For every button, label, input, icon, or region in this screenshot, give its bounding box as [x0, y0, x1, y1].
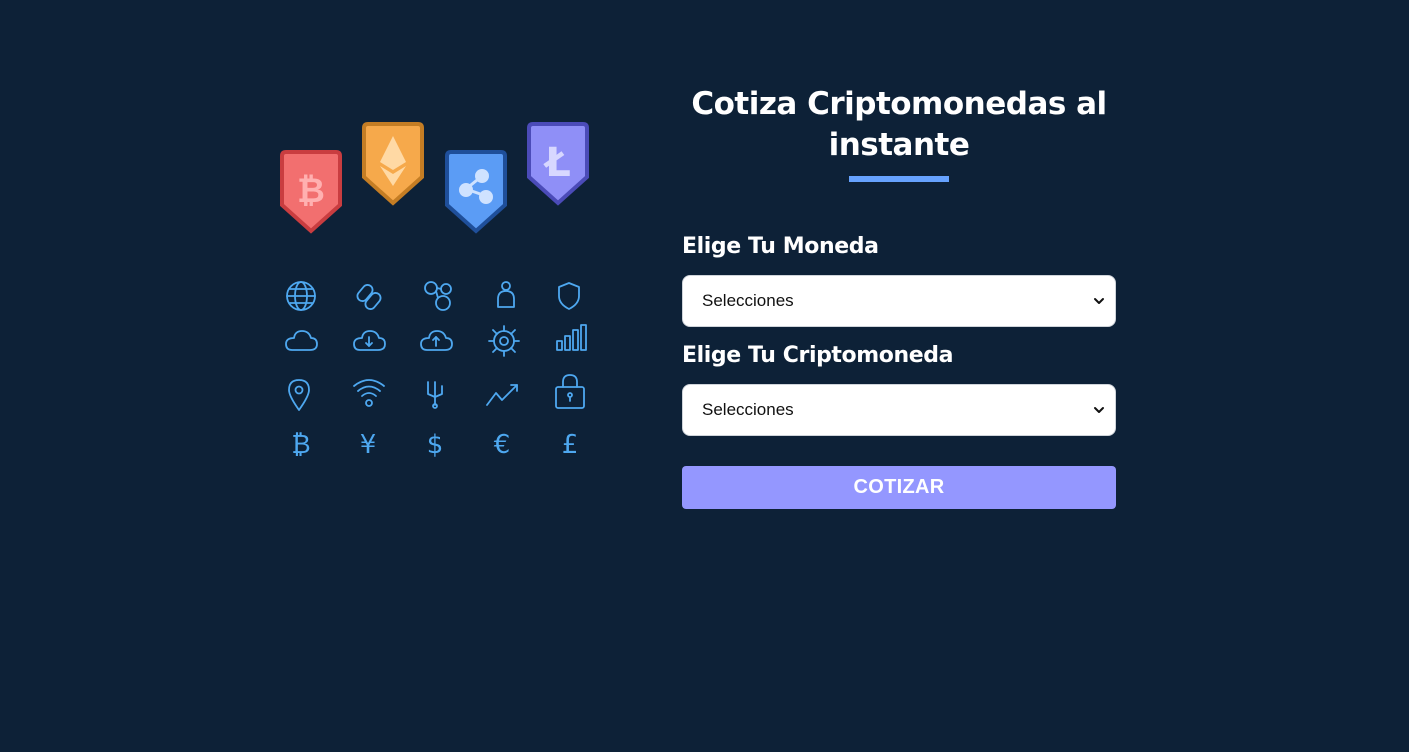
cloud-icon: [285, 330, 318, 351]
hero-illustration: ₿ Ł ₿ ¥ $ € £: [270, 110, 600, 470]
usb-icon: [427, 381, 443, 409]
user-icon: [497, 281, 515, 308]
padlock-icon: [555, 374, 585, 409]
quote-form: Elige Tu Moneda Selecciones Elige Tu Cri…: [682, 233, 1116, 509]
quote-form-section: Cotiza Criptomonedas al instante Elige T…: [682, 84, 1116, 509]
cloud-download-icon: [353, 330, 386, 351]
location-pin-icon: [288, 379, 310, 411]
bitcoin-badge-icon: ₿: [280, 150, 342, 234]
svg-text:Ł: Ł: [543, 140, 571, 186]
bar-chart-icon: [556, 324, 587, 351]
globe-icon: [286, 281, 316, 311]
ethereum-badge-icon: [362, 122, 424, 206]
trend-up-icon: [486, 384, 518, 406]
gear-icon: [488, 325, 520, 357]
page-title: Cotiza Criptomonedas al instante: [691, 86, 1107, 163]
chevron-down-icon: [1094, 298, 1104, 304]
cloud-upload-icon: [420, 330, 453, 351]
ripple-badge-icon: [445, 150, 507, 234]
litecoin-badge-icon: Ł: [527, 122, 589, 206]
yen-symbol-icon: ¥: [360, 430, 377, 460]
chevron-down-icon: [1094, 407, 1104, 413]
wifi-icon: [353, 379, 385, 407]
crypto-label: Elige Tu Criptomoneda: [682, 343, 954, 368]
cotizar-button[interactable]: Cotizar: [682, 466, 1116, 509]
pound-symbol-icon: £: [562, 430, 579, 460]
network-icon: [424, 281, 452, 311]
crypto-select-value: Selecciones: [702, 400, 794, 419]
title-underline: [849, 176, 949, 182]
currency-select-value: Selecciones: [702, 291, 794, 310]
bitcoin-symbol-icon: ₿: [291, 430, 310, 460]
euro-symbol-icon: €: [494, 430, 511, 460]
dollar-symbol-icon: $: [427, 430, 444, 460]
crypto-select[interactable]: Selecciones: [682, 384, 1116, 436]
shield-icon: [558, 282, 580, 310]
svg-text:₿: ₿: [297, 171, 325, 211]
currency-select[interactable]: Selecciones: [682, 275, 1116, 327]
currency-label: Elige Tu Moneda: [682, 234, 879, 259]
link-icon: [356, 284, 382, 310]
crypto-illustration: ₿ Ł ₿ ¥ $ € £: [280, 122, 589, 460]
